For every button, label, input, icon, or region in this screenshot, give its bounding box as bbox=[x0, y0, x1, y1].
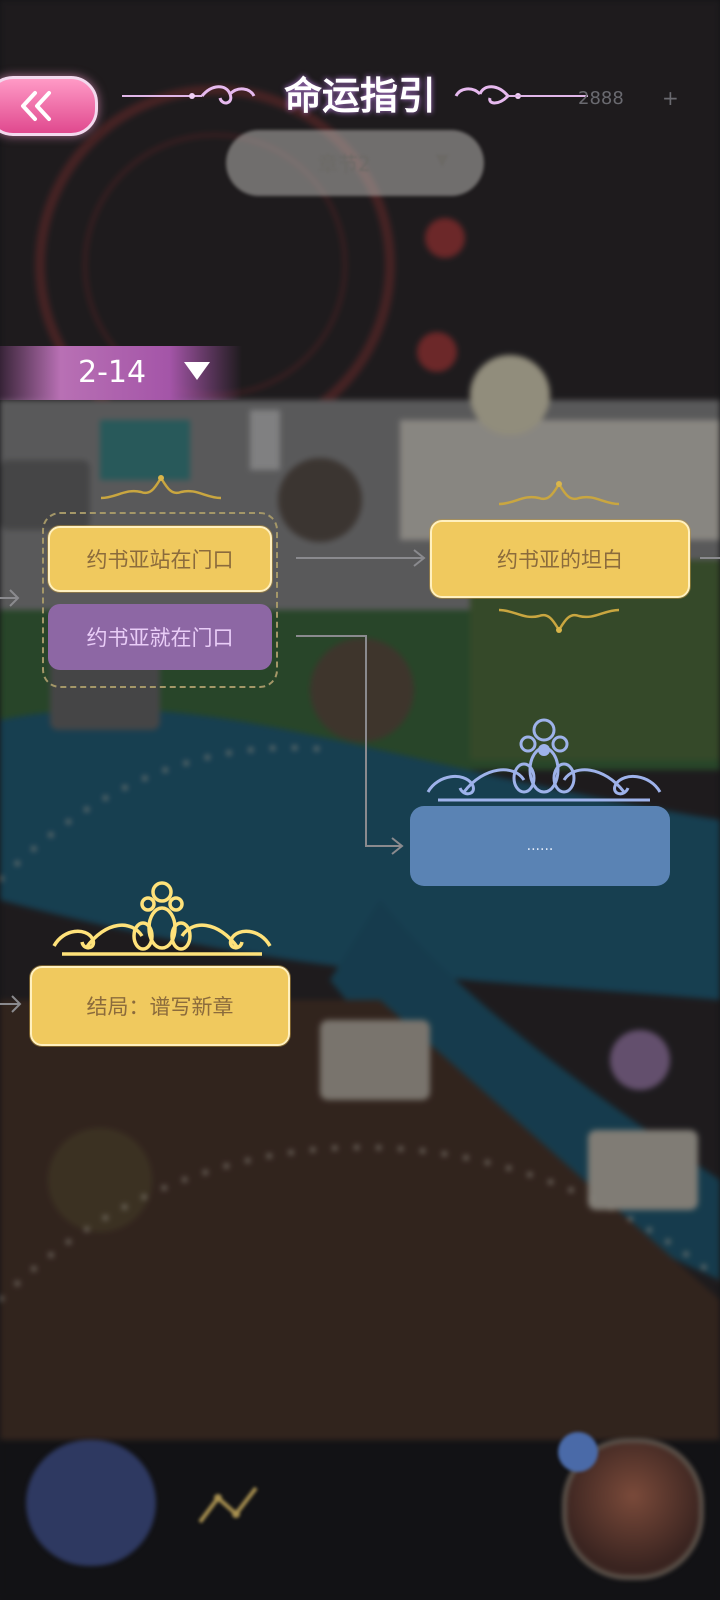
story-node-label: 约书亚就在门口 bbox=[86, 626, 234, 650]
book-icon[interactable] bbox=[26, 1440, 156, 1566]
title-ornament-right bbox=[454, 85, 588, 105]
story-node-label: 约书亚的坦白 bbox=[497, 548, 623, 572]
triangle-down-icon[interactable] bbox=[182, 360, 212, 382]
story-node-ending[interactable]: 结局：谱写新章 bbox=[30, 966, 290, 1046]
story-node-hidden[interactable]: ...... bbox=[410, 806, 670, 886]
silver-tiara-icon bbox=[426, 718, 662, 802]
story-node-label: 结局：谱写新章 bbox=[86, 995, 234, 1019]
gold-tiara-icon bbox=[52, 881, 272, 956]
currency-add-button[interactable]: + bbox=[662, 86, 679, 110]
chevron-down-icon: ▼ bbox=[436, 150, 449, 169]
chapter-dropdown-label: 章节2 bbox=[318, 152, 371, 176]
story-node-choice-a[interactable]: 约书亚站在门口 bbox=[48, 526, 272, 592]
avatar-badge bbox=[558, 1432, 598, 1472]
story-node-label: ...... bbox=[526, 838, 554, 854]
scroll-ornament bbox=[100, 475, 222, 500]
story-node-label: 约书亚站在门口 bbox=[86, 548, 234, 572]
currency-counter: 2888 bbox=[578, 88, 624, 109]
branch-graph-icon[interactable] bbox=[196, 1478, 268, 1534]
level-selector-label: 2-14 bbox=[78, 355, 147, 390]
scroll-ornament bbox=[498, 608, 620, 633]
story-node-confession[interactable]: 约书亚的坦白 bbox=[430, 520, 690, 598]
scroll-ornament bbox=[498, 481, 620, 506]
story-node-choice-b[interactable]: 约书亚就在门口 bbox=[48, 604, 272, 670]
